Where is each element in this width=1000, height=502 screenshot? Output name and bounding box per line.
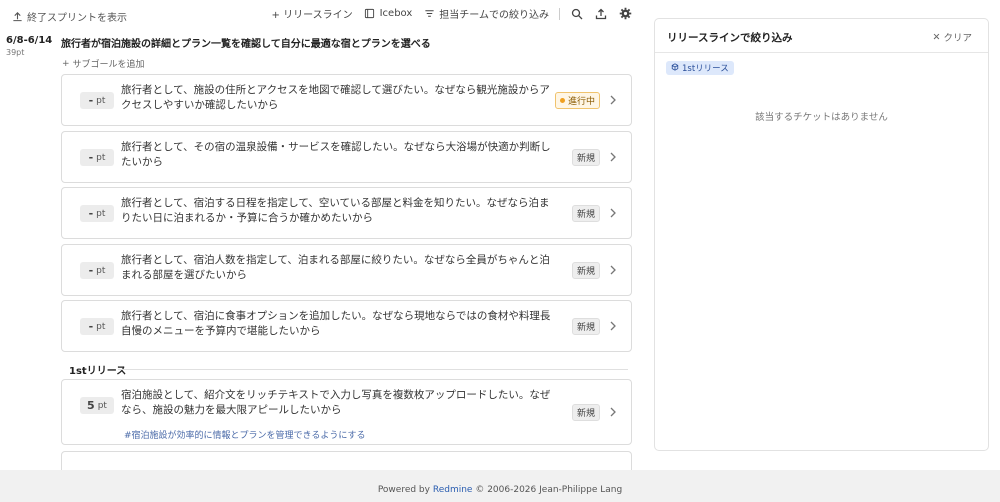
upload-closed-icon: [10, 10, 24, 24]
story-points-value: 5: [87, 399, 95, 412]
icebox-label: Icebox: [379, 8, 413, 19]
team-filter-label: 担当チームでの絞り込み: [439, 10, 549, 21]
footer: Powered by Redmine © 2006-2026 Jean-Phil…: [0, 485, 1000, 495]
status-badge: 新規: [571, 318, 600, 335]
search-icon[interactable]: [570, 7, 584, 21]
story-points-unit: pt: [96, 208, 106, 219]
chevron-right-icon[interactable]: [608, 264, 618, 276]
sprint-points: 39pt: [6, 48, 25, 57]
chevron-right-icon[interactable]: [608, 151, 618, 163]
backlog-panel: 終了スプリントを表示 + リリースライン Icebox 担当チームでの絞り込み: [0, 0, 640, 470]
filter-panel-title: リリースラインで絞り込み: [667, 32, 793, 44]
story-points-badge[interactable]: 5 pt: [80, 397, 114, 414]
story-points-unit: pt: [97, 400, 107, 411]
in-progress-dot-icon: [559, 98, 565, 103]
add-subgoal-button[interactable]: + サブゴールを追加: [62, 57, 145, 71]
ticket-title: 宿泊施設として、紹介文をリッチテキストで入力し写真を複数枚アップロードしたい。な…: [121, 389, 551, 416]
story-points-value: -: [88, 264, 94, 277]
ticket-card[interactable]: - pt 旅行者として、宿泊する日程を指定して、空いている部屋と料金を知りたい。な…: [61, 187, 632, 239]
ticket-title: 旅行者として、その宿の温泉設備・サービスを確認したい。なぜなら大浴場が快適か判断…: [121, 141, 551, 168]
ticket-card[interactable]: - pt 旅行者として、宿泊人数を指定して、泊まれる部屋に絞りたい。なぜなら全員が…: [61, 244, 632, 296]
filter-divider: [655, 52, 988, 53]
empty-state-message: 該当するチケットはありません: [755, 112, 888, 123]
chevron-right-icon[interactable]: [608, 207, 618, 219]
app: 終了スプリントを表示 + リリースライン Icebox 担当チームでの絞り込み: [0, 0, 1000, 470]
chevron-right-icon[interactable]: [608, 406, 618, 418]
ticket-title: 旅行者として、宿泊人数を指定して、泊まれる部屋に絞りたい。なぜなら全員がちゃんと…: [121, 254, 550, 281]
release-line-divider: [118, 369, 628, 370]
ticket-title: 旅行者として、宿泊する日程を指定して、空いている部屋と料金を知りたい。なぜなら泊…: [121, 197, 550, 224]
toolbar: 終了スプリントを表示 + リリースライン Icebox 担当チームでの絞り込み: [0, 0, 640, 32]
close-icon: ✕: [932, 31, 941, 43]
story-points-badge[interactable]: - pt: [80, 262, 114, 279]
toolbar-actions: + リリースライン Icebox 担当チームでの絞り込み: [272, 6, 632, 21]
ticket-card-partial[interactable]: [61, 451, 632, 470]
ticket-title: 旅行者として、宿泊に食事オプションを追加したい。なぜなら現地ならではの食材や料理…: [121, 310, 551, 337]
clear-label: クリア: [943, 33, 972, 44]
add-subgoal-label: サブゴールを追加: [72, 60, 145, 70]
status-badge: 新規: [571, 404, 600, 421]
ticket-card[interactable]: - pt 旅行者として、宿泊に食事オプションを追加したい。なぜなら現地ならではの食…: [61, 300, 632, 352]
cube-icon: [671, 62, 679, 74]
toolbar-divider: [559, 7, 560, 20]
ticket-card[interactable]: - pt 旅行者として、施設の住所とアクセスを地図で確認して選びたい。なぜなら観光…: [61, 74, 632, 126]
gear-icon[interactable]: [618, 7, 632, 21]
icebox-button[interactable]: Icebox: [363, 7, 413, 21]
ticket-card[interactable]: 5 pt 宿泊施設として、紹介文をリッチテキストで入力し写真を複数枚アップロードし…: [61, 379, 632, 445]
filter-lines-icon: [422, 7, 436, 21]
chevron-right-icon[interactable]: [608, 94, 618, 106]
status-badge: 新規: [571, 149, 600, 166]
story-points-badge[interactable]: - pt: [80, 205, 114, 222]
story-points-value: -: [88, 320, 94, 333]
status-badge: 新規: [571, 262, 600, 279]
plus-icon: +: [62, 58, 70, 69]
sprint-date-range: 6/8-6/14: [6, 35, 53, 46]
story-points-unit: pt: [96, 265, 106, 276]
team-filter-button[interactable]: 担当チームでの絞り込み: [422, 6, 549, 21]
footer-copyright: © 2006-2026 Jean-Philippe Lang: [475, 485, 623, 495]
story-points-unit: pt: [96, 321, 106, 332]
sprint-goal: 旅行者が宿泊施設の詳細とプラン一覧を確認して自分に最適な宿とプランを選べる: [61, 39, 431, 50]
status-label: 進行中: [567, 97, 595, 107]
export-icon[interactable]: [594, 7, 608, 21]
story-points-value: -: [88, 151, 94, 164]
story-points-unit: pt: [96, 95, 106, 106]
show-closed-label: 終了スプリントを表示: [27, 13, 127, 24]
ticket-card[interactable]: - pt 旅行者として、その宿の温泉設備・サービスを確認したい。なぜなら大浴場が快…: [61, 131, 632, 183]
status-badge: 進行中: [554, 92, 600, 109]
show-closed-sprints-button[interactable]: 終了スプリントを表示: [10, 9, 127, 24]
chip-label: 1stリリース: [682, 64, 729, 74]
icebox-icon: [363, 7, 377, 21]
goal-tag-link[interactable]: #宿泊施設が効率的に情報とプランを管理できるようにする: [124, 428, 365, 441]
release-filter-panel: リリースラインで絞り込み ✕ クリア 1stリリース 該当するチケットはありませ…: [654, 18, 989, 451]
story-points-unit: pt: [96, 152, 106, 163]
redmine-link[interactable]: Redmine: [433, 485, 473, 495]
status-badge: 新規: [571, 205, 600, 222]
story-points-badge[interactable]: - pt: [80, 149, 114, 166]
clear-filter-button[interactable]: ✕ クリア: [932, 30, 972, 45]
story-points-badge[interactable]: - pt: [80, 92, 114, 109]
ticket-title: 旅行者として、施設の住所とアクセスを地図で確認して選びたい。なぜなら観光施設から…: [121, 84, 550, 111]
story-points-value: -: [88, 207, 94, 220]
add-release-line-button[interactable]: + リリースライン: [272, 6, 353, 21]
chevron-right-icon[interactable]: [608, 320, 618, 332]
release-filter-chip[interactable]: 1stリリース: [666, 61, 734, 75]
story-points-value: -: [88, 94, 94, 107]
story-points-badge[interactable]: - pt: [80, 318, 114, 335]
footer-powered: Powered by: [377, 485, 430, 495]
